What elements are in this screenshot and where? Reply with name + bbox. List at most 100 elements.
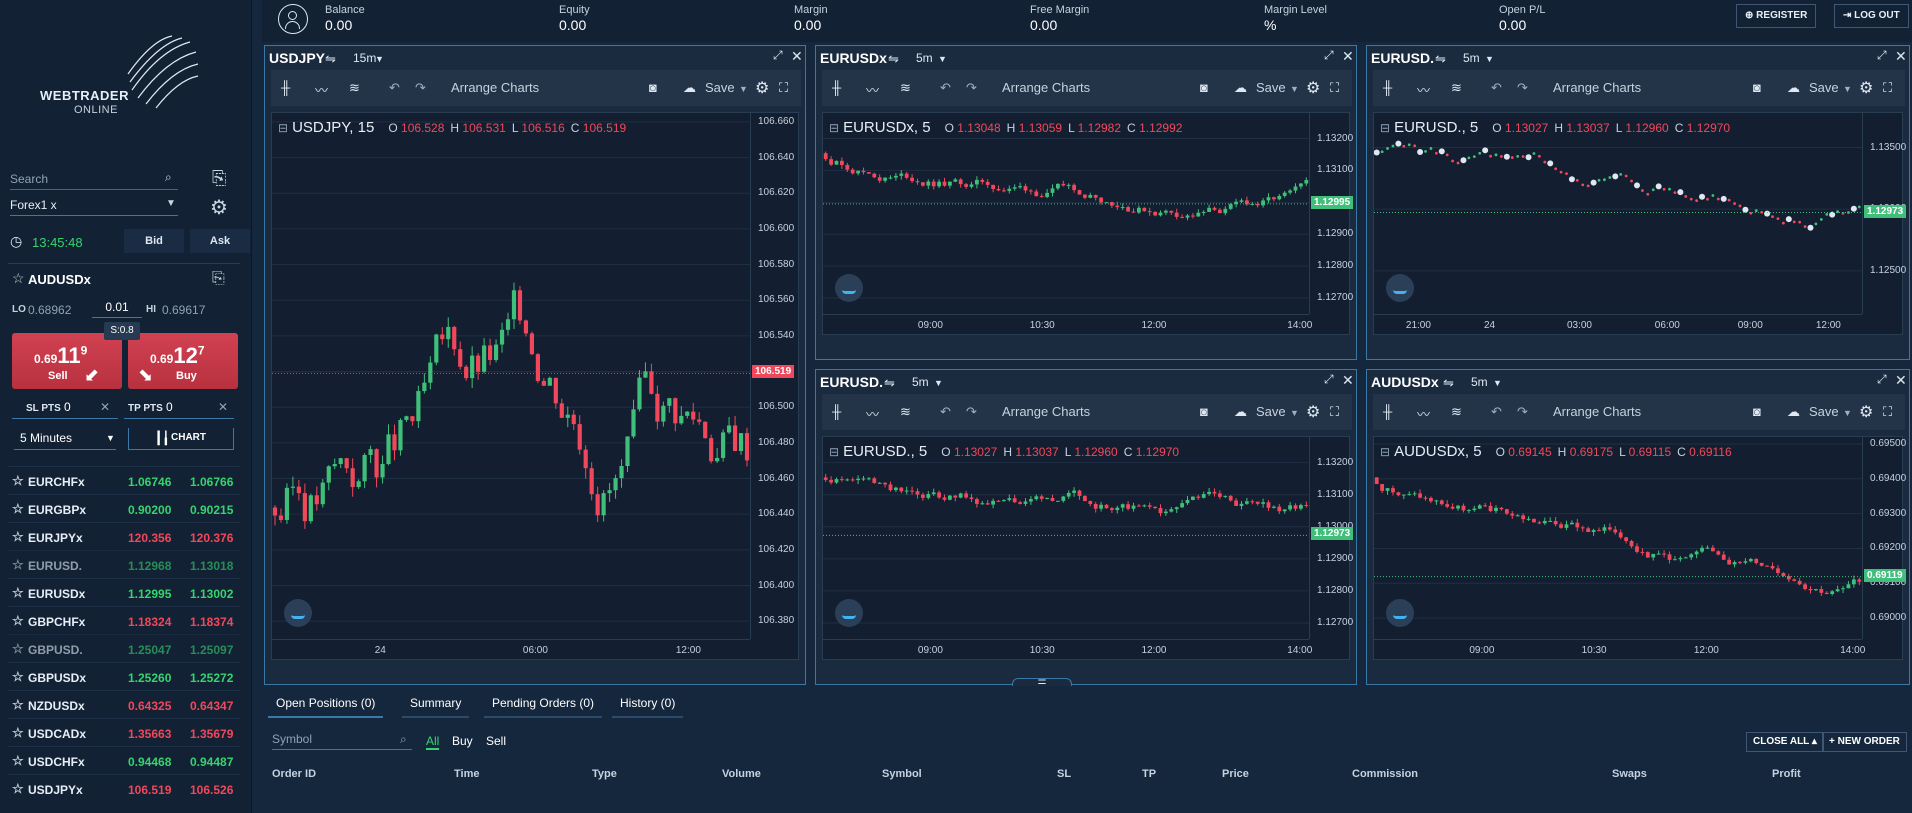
tab-history[interactable]: History (0) <box>612 690 684 718</box>
undo-icon[interactable]: ↶ <box>389 80 400 96</box>
link-icon[interactable]: ⇋ <box>1435 51 1446 67</box>
search-icon[interactable]: ⌕ <box>400 732 407 747</box>
column-header[interactable]: Swaps <box>1612 768 1647 780</box>
clear-tp-icon[interactable]: ✕ <box>218 400 228 414</box>
expand-icon[interactable]: ⤢ <box>773 48 783 63</box>
column-header[interactable]: Order ID <box>272 768 316 780</box>
buy-button[interactable]: 0.69127 ⬊ Buy <box>128 333 238 389</box>
clear-sl-icon[interactable]: ✕ <box>100 400 110 414</box>
watchlist-row[interactable]: ☆ EURUSDx 1.12995 1.13002 <box>8 578 240 606</box>
filter-buy[interactable]: Buy <box>452 734 473 748</box>
camera-icon[interactable]: ◙ <box>1200 404 1208 419</box>
timeframe-chevron-icon[interactable]: ▼ <box>1493 378 1502 388</box>
chart-symbol-title[interactable]: EURUSD. <box>820 374 883 390</box>
redo-icon[interactable]: ↷ <box>415 80 426 96</box>
expand-icon[interactable]: ⤢ <box>1877 372 1887 387</box>
arrange-charts-button[interactable]: Arrange Charts <box>1002 404 1090 419</box>
remove-file-icon[interactable]: ⎘ <box>212 270 225 288</box>
candle-type-icon[interactable]: ╫ <box>832 80 841 95</box>
column-header[interactable]: Profit <box>1772 768 1801 780</box>
sell-button[interactable]: 0.69119 Sell ⬋ <box>12 333 122 389</box>
price-chart[interactable] <box>1374 437 1862 639</box>
timeframe-chevron-icon[interactable]: ▼ <box>934 378 943 388</box>
templates-icon[interactable]: ≋ <box>1451 404 1462 420</box>
timeframe-select[interactable]: 15m <box>353 51 376 65</box>
watchlist-row[interactable]: ☆ GBPUSD. 1.25047 1.25097 <box>8 634 240 662</box>
filter-all[interactable]: All <box>426 734 440 750</box>
close-icon[interactable]: ✕ <box>1342 372 1354 389</box>
candle-type-icon[interactable]: ╫ <box>832 404 841 419</box>
tab-summary[interactable]: Summary <box>402 690 470 718</box>
price-chart[interactable] <box>272 113 750 639</box>
chart-symbol-title[interactable]: EURUSD. <box>1371 50 1434 66</box>
camera-icon[interactable]: ◙ <box>1200 80 1208 95</box>
indicator-icon[interactable]: 〰 <box>866 404 879 423</box>
symbol-filter-input[interactable]: Symbol <box>272 732 412 750</box>
save-chevron-icon[interactable]: ▼ <box>1843 84 1852 94</box>
gear-icon[interactable]: ⚙ <box>1859 402 1873 422</box>
undo-icon[interactable]: ↶ <box>940 80 951 96</box>
redo-icon[interactable]: ↷ <box>1517 80 1528 96</box>
chart-area[interactable]: 1.132001.131001.130001.129001.128001.127… <box>822 436 1354 660</box>
arrange-charts-button[interactable]: Arrange Charts <box>451 80 539 95</box>
chart-symbol-title[interactable]: AUDUSDx <box>1371 374 1439 390</box>
timeframe-select[interactable]: 5m <box>912 375 929 389</box>
indicator-icon[interactable]: 〰 <box>866 80 879 99</box>
tab-open-positions[interactable]: Open Positions (0) <box>268 690 384 718</box>
price-chart[interactable] <box>823 437 1309 639</box>
close-all-button[interactable]: CLOSE ALL ▴ <box>1746 732 1824 752</box>
timeframe-select[interactable]: 5m <box>1471 375 1488 389</box>
filter-sell[interactable]: Sell <box>486 734 506 748</box>
new-order-button[interactable]: + NEW ORDER <box>1822 732 1907 752</box>
indicator-icon[interactable]: 〰 <box>315 80 328 99</box>
price-chart[interactable] <box>1374 113 1862 314</box>
timeframe-select[interactable]: 5m <box>1463 51 1480 65</box>
column-header[interactable]: Time <box>454 768 479 780</box>
arrange-charts-button[interactable]: Arrange Charts <box>1553 404 1641 419</box>
chart-symbol-title[interactable]: EURUSDx <box>820 50 887 66</box>
star-icon[interactable]: ☆ <box>12 697 24 713</box>
expand-icon[interactable]: ⤢ <box>1324 372 1334 387</box>
tradingview-logo-icon[interactable] <box>835 274 863 302</box>
cloud-icon[interactable]: ☁ <box>683 80 696 96</box>
price-chart[interactable] <box>823 113 1309 314</box>
templates-icon[interactable]: ≋ <box>1451 80 1462 96</box>
gear-icon[interactable]: ⚙ <box>210 195 228 220</box>
gear-icon[interactable]: ⚙ <box>1306 78 1320 98</box>
star-icon[interactable]: ☆ <box>12 753 24 769</box>
chart-area[interactable]: 106.660 106.640 106.620 106.600 106.580 106.5… <box>271 112 799 660</box>
save-button[interactable]: Save <box>1809 404 1839 419</box>
camera-icon[interactable]: ◙ <box>1753 80 1761 95</box>
tradingview-logo-icon[interactable] <box>835 599 863 627</box>
chevron-down-icon[interactable]: ▼ <box>166 198 176 209</box>
fullscreen-icon[interactable]: ⛶ <box>1330 404 1339 420</box>
timeframe-select[interactable]: 5m <box>916 51 933 65</box>
save-button[interactable]: Save <box>1256 404 1286 419</box>
column-header[interactable]: Commission <box>1352 768 1418 780</box>
add-file-icon[interactable]: ⎘ <box>212 168 226 189</box>
cloud-icon[interactable]: ☁ <box>1234 80 1247 96</box>
column-header[interactable]: TP <box>1142 768 1156 780</box>
group-select[interactable]: Forex1 x <box>10 198 178 216</box>
register-button[interactable]: ⊕ REGISTER <box>1736 4 1817 28</box>
camera-icon[interactable]: ◙ <box>1753 404 1761 419</box>
legend-symbol[interactable]: EURUSDx, 5 <box>843 119 931 136</box>
legend-symbol[interactable]: EURUSD., 5 <box>843 443 927 460</box>
star-icon[interactable]: ☆ <box>12 585 24 601</box>
timeframe-chevron-icon[interactable]: ▼ <box>938 54 947 64</box>
close-icon[interactable]: ✕ <box>1895 48 1907 65</box>
collapse-icon[interactable]: ⊟ <box>829 121 839 135</box>
star-icon[interactable]: ☆ <box>12 473 24 489</box>
expand-icon[interactable]: ⤢ <box>1324 48 1334 63</box>
candle-type-icon[interactable]: ╫ <box>1383 404 1392 419</box>
ask-tab[interactable]: Ask <box>190 229 250 253</box>
close-icon[interactable]: ✕ <box>1895 372 1907 389</box>
watchlist-row[interactable]: ☆ USDCHFx 0.94468 0.94487 <box>8 746 240 774</box>
undo-icon[interactable]: ↶ <box>1491 80 1502 96</box>
save-chevron-icon[interactable]: ▼ <box>739 84 748 94</box>
fullscreen-icon[interactable]: ⛶ <box>779 80 788 96</box>
star-icon[interactable]: ☆ <box>12 529 24 545</box>
cloud-icon[interactable]: ☁ <box>1787 80 1800 96</box>
star-icon[interactable]: ☆ <box>12 270 25 287</box>
gear-icon[interactable]: ⚙ <box>1859 78 1873 98</box>
